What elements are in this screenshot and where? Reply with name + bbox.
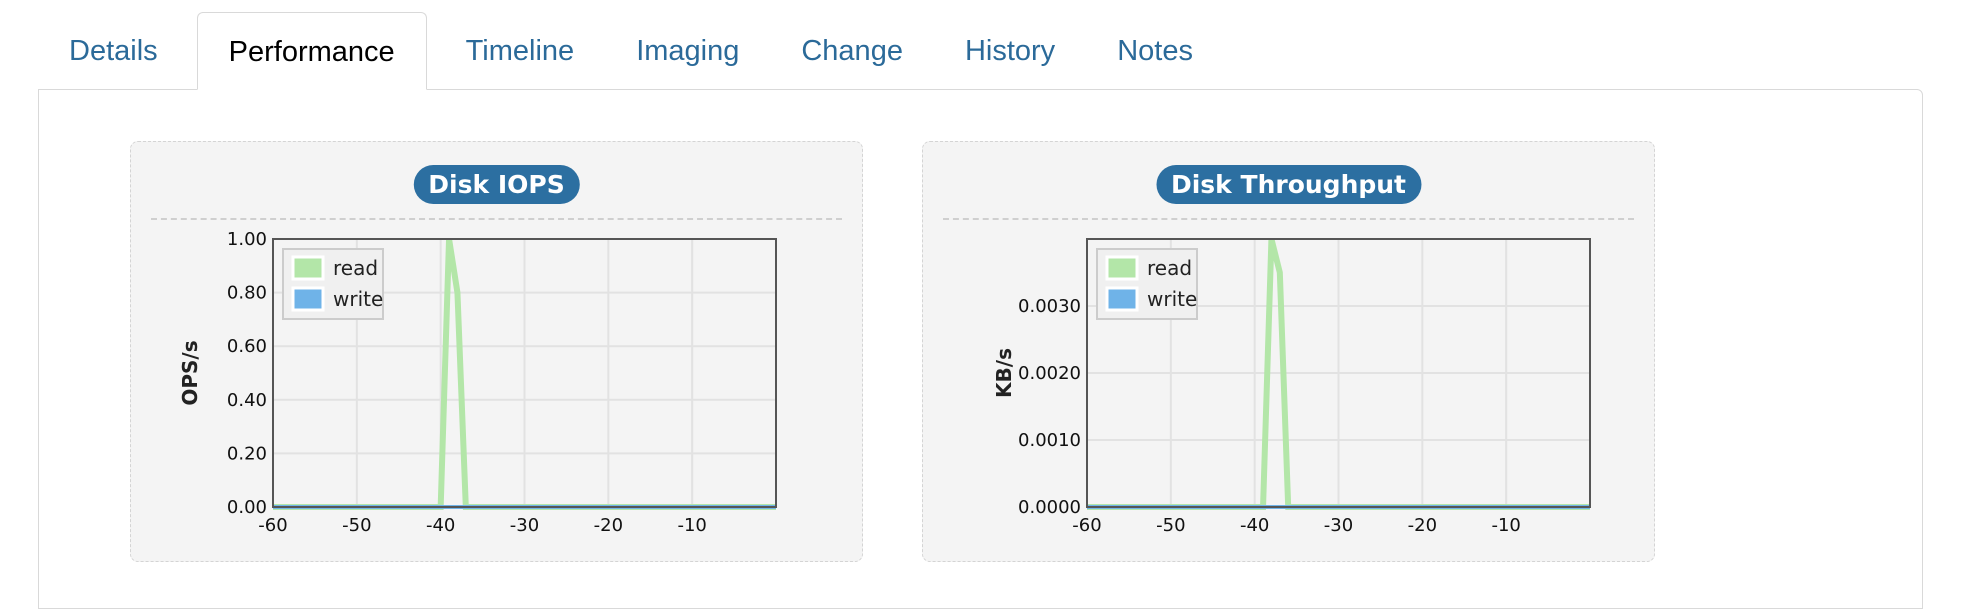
legend-swatch-read — [291, 255, 325, 281]
y-tick-label: 1.00 — [227, 229, 267, 250]
x-tick-label: -20 — [1408, 515, 1437, 536]
disk-throughput-panel: Disk Throughput -60 -50 -40 -30 -20 -10 0.0000… — [922, 141, 1655, 562]
tab-timeline[interactable]: Timeline — [435, 12, 606, 90]
legend-swatch-write — [1105, 286, 1139, 312]
x-tick-label: -50 — [1156, 515, 1185, 536]
legend: read write — [282, 248, 384, 320]
y-axis-label: OPS/s — [178, 340, 202, 405]
legend: read write — [1096, 248, 1198, 320]
x-tick-label: -40 — [1240, 515, 1269, 536]
legend-swatch-read — [1105, 255, 1139, 281]
legend-label-write: write — [333, 287, 383, 311]
tab-bar: Details Performance Timeline Imaging Cha… — [38, 10, 1224, 90]
y-tick-label: 0.80 — [227, 283, 267, 304]
x-tick-label: -20 — [594, 515, 623, 536]
x-tick-label: -10 — [1491, 515, 1520, 536]
y-tick-label: 0.40 — [227, 390, 267, 411]
x-tick-label: -30 — [510, 515, 539, 536]
y-tick-label: 0.0000 — [1018, 497, 1081, 518]
legend-swatch-write — [291, 286, 325, 312]
y-tick-label: 0.60 — [227, 336, 267, 357]
tab-imaging[interactable]: Imaging — [605, 12, 770, 90]
x-tick-label: -50 — [342, 515, 371, 536]
x-tick-label: -40 — [426, 515, 455, 536]
legend-label-read: read — [333, 256, 378, 280]
x-tick-label: -60 — [1072, 515, 1101, 536]
x-tick-label: -30 — [1324, 515, 1353, 536]
x-tick-label: -10 — [677, 515, 706, 536]
y-tick-label: 0.20 — [227, 443, 267, 464]
tab-change[interactable]: Change — [770, 12, 934, 90]
tab-history[interactable]: History — [934, 12, 1086, 90]
y-axis-label: KB/s — [992, 348, 1016, 398]
tab-details[interactable]: Details — [38, 12, 189, 90]
disk-iops-chart: -60 -50 -40 -30 -20 -10 0.00 0.20 0.40 0.60 0.80 1.… — [178, 229, 777, 536]
legend-label-read: read — [1147, 256, 1192, 280]
y-tick-label: 0.0030 — [1018, 296, 1081, 317]
legend-label-write: write — [1147, 287, 1197, 311]
tab-notes[interactable]: Notes — [1086, 12, 1224, 90]
y-tick-label: 0.0010 — [1018, 430, 1081, 451]
disk-throughput-chart: -60 -50 -40 -30 -20 -10 0.0000 0.0010 0.0020 0.00… — [992, 238, 1591, 536]
tab-performance[interactable]: Performance — [196, 12, 427, 90]
y-tick-label: 0.0020 — [1018, 363, 1081, 384]
y-tick-label: 0.00 — [227, 497, 267, 518]
x-tick-label: -60 — [258, 515, 287, 536]
disk-iops-panel: Disk IOPS -60 -50 -40 -30 -20 -10 0.00 0.20 0.40… — [130, 141, 863, 562]
